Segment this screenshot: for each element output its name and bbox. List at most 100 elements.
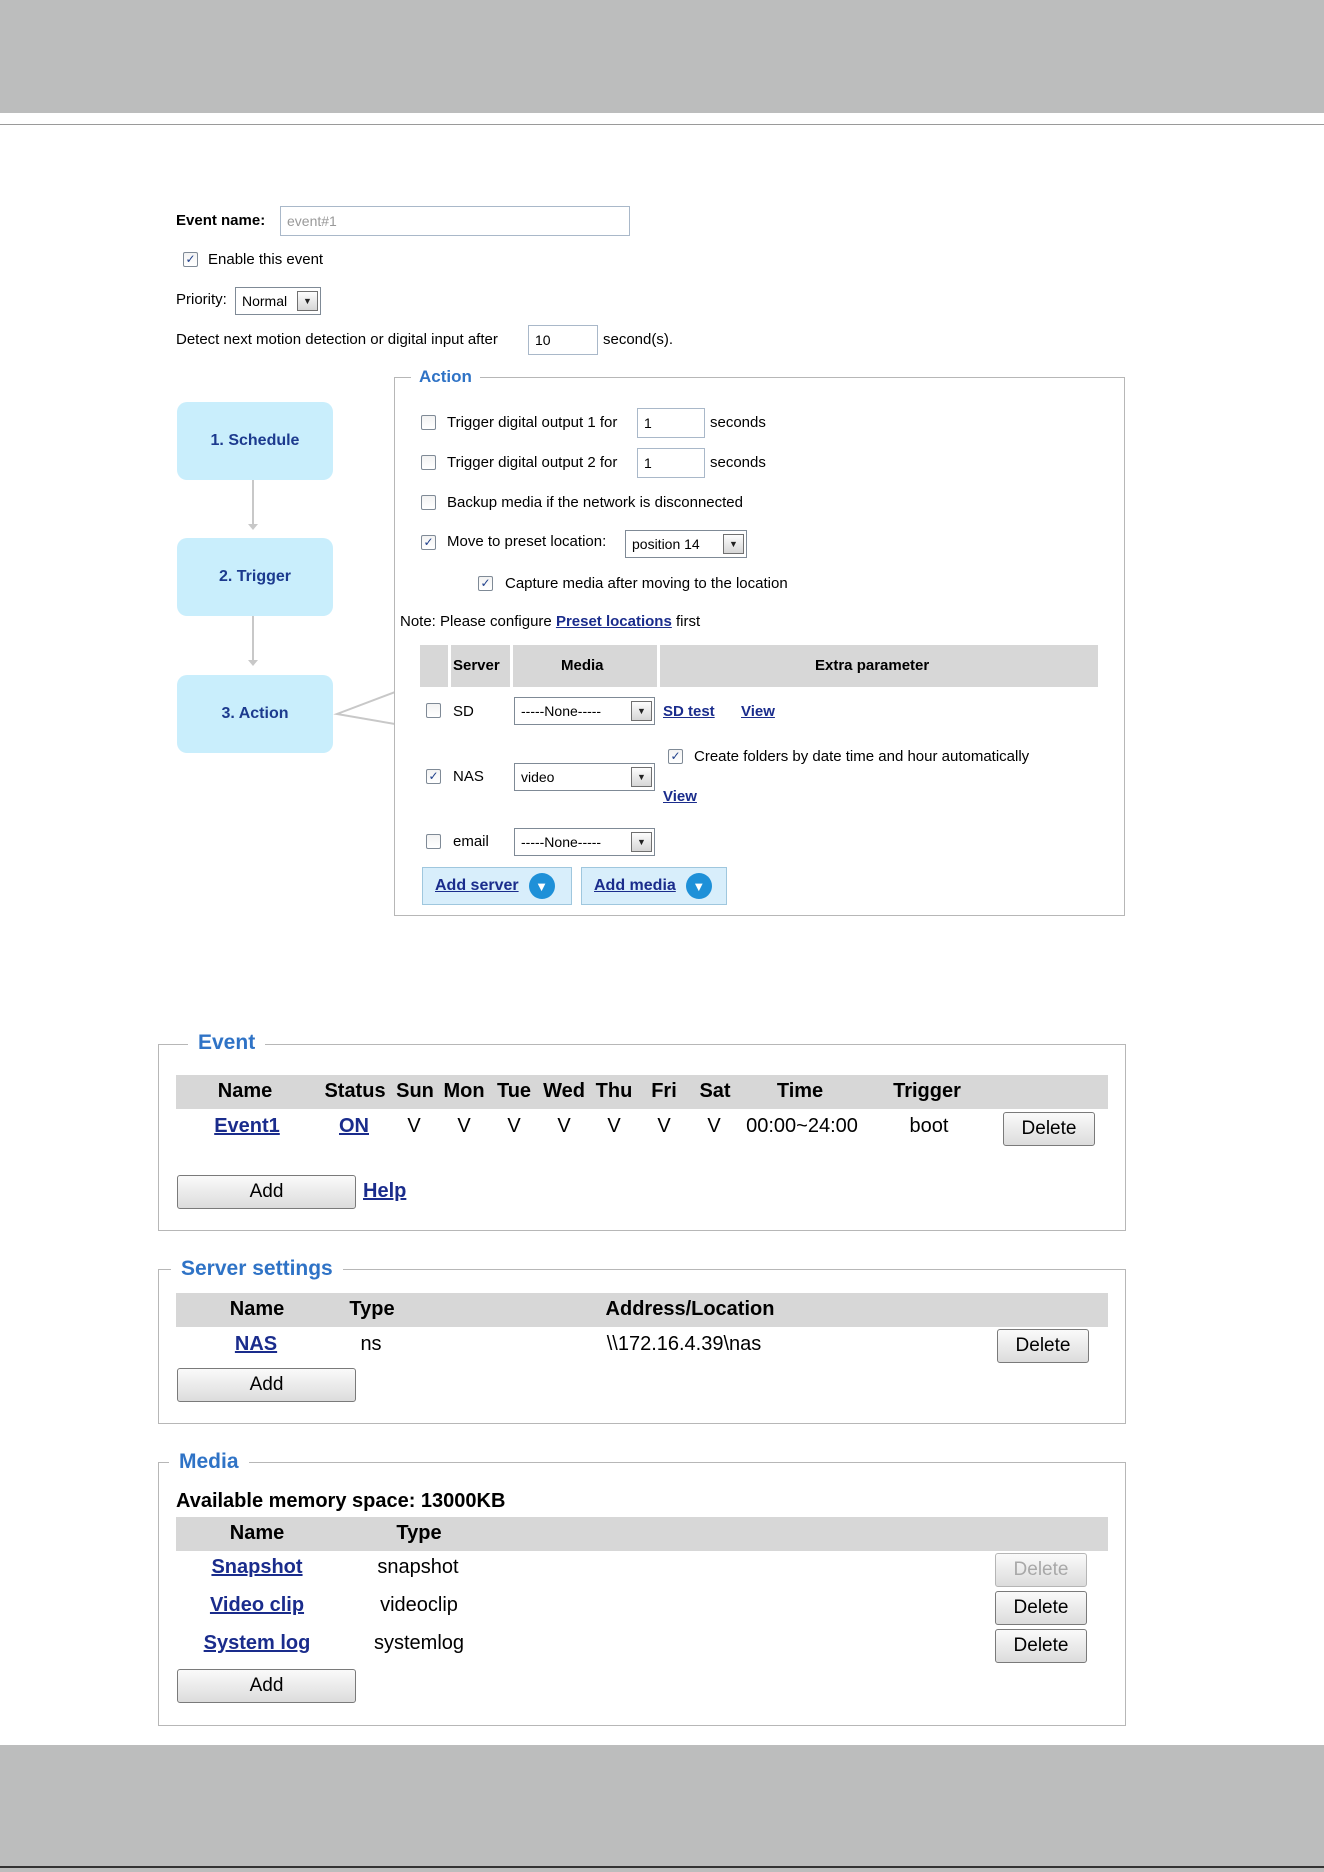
event-header-thu: Thu (595, 1080, 633, 1102)
digital-output-1-checkbox[interactable] (421, 415, 436, 430)
email-media-value: -----None----- (521, 834, 602, 850)
media-systemlog-link[interactable]: System log (204, 1632, 311, 1655)
event-status-link[interactable]: ON (339, 1115, 369, 1138)
event-sat-value: V (707, 1115, 721, 1137)
header-divider (657, 645, 660, 687)
add-media-label: Add media (594, 877, 676, 894)
top-divider (0, 124, 1324, 125)
server-media-table-header (420, 645, 1098, 687)
server-email-checkbox[interactable] (426, 834, 441, 849)
event-delete-button[interactable]: Delete (1003, 1112, 1095, 1146)
media-systemlog-type: systemlog (373, 1632, 465, 1654)
priority-select[interactable]: Normal ▼ (235, 287, 321, 315)
header-divider (510, 645, 513, 687)
flow-step-trigger-label: 2. Trigger (218, 568, 292, 585)
create-folders-label: Create folders by date time and hour aut… (694, 748, 1030, 765)
sd-test-link[interactable]: SD test (663, 703, 715, 720)
digital-output-2-checkbox[interactable] (421, 455, 436, 470)
bottom-band (0, 1745, 1324, 1872)
event-header-wed: Wed (543, 1080, 585, 1102)
sd-media-select[interactable]: -----None----- ▼ (514, 697, 655, 725)
server-header-address: Address/Location (605, 1298, 775, 1320)
enable-event-checkbox[interactable]: ✓ (183, 252, 198, 267)
media-snapshot-delete-button[interactable]: Delete (995, 1553, 1087, 1587)
server-delete-button[interactable]: Delete (997, 1329, 1089, 1363)
flow-connector (252, 480, 254, 524)
add-server-label: Add server (435, 877, 519, 894)
nas-view-link[interactable]: View (663, 788, 697, 805)
enable-event-label: Enable this event (208, 251, 324, 268)
flow-step-schedule-label: 1. Schedule (210, 432, 300, 449)
flow-step-action[interactable]: 3. Action (177, 675, 333, 753)
chevron-down-icon: ▼ (631, 701, 652, 721)
event1-link[interactable]: Event1 (214, 1115, 280, 1138)
detect-unit: second(s). (603, 331, 674, 348)
server-nas-link[interactable]: NAS (235, 1333, 277, 1356)
media-header-name: Name (229, 1522, 285, 1544)
header-divider (448, 645, 451, 687)
preset-note-prefix: Note: Please configure (400, 613, 552, 630)
server-address-value: \\172.16.4.39\nas (606, 1333, 762, 1355)
media-snapshot-type: snapshot (377, 1556, 459, 1578)
media-add-button[interactable]: Add (177, 1669, 356, 1703)
event-header-fri: Fri (651, 1080, 677, 1102)
chevron-down-circle-icon: ▼ (685, 873, 712, 899)
detect-label: Detect next motion detection or digital … (176, 331, 498, 348)
media-videoclip-delete-button[interactable]: Delete (995, 1591, 1087, 1625)
capture-media-checkbox[interactable]: ✓ (478, 576, 493, 591)
capture-media-label: Capture media after moving to the locati… (505, 575, 788, 592)
digital-output-1-unit: seconds (710, 414, 766, 431)
digital-output-2-input[interactable]: 1 (637, 448, 705, 478)
digital-output-2-label: Trigger digital output 2 for (447, 454, 618, 471)
add-media-button[interactable]: Add media ▼ (581, 867, 727, 905)
media-systemlog-delete-button[interactable]: Delete (995, 1629, 1087, 1663)
sd-view-link[interactable]: View (741, 703, 775, 720)
preset-locations-link[interactable]: Preset locations (556, 613, 672, 630)
event-header-time: Time (776, 1080, 824, 1102)
server-settings-legend: Server settings (171, 1257, 343, 1281)
flow-connector (252, 616, 254, 660)
email-media-select[interactable]: -----None----- ▼ (514, 828, 655, 856)
preset-note-suffix: first (676, 613, 701, 630)
media-videoclip-type: videoclip (380, 1594, 458, 1616)
event-header-trigger: Trigger (893, 1080, 961, 1102)
flow-step-trigger[interactable]: 2. Trigger (177, 538, 333, 616)
flow-arrow-icon (248, 660, 258, 666)
event-header-mon: Mon (443, 1080, 485, 1102)
preset-location-checkbox[interactable]: ✓ (421, 535, 436, 550)
server-add-button[interactable]: Add (177, 1368, 356, 1402)
create-folders-checkbox[interactable]: ✓ (668, 749, 683, 764)
media-videoclip-link[interactable]: Video clip (210, 1594, 304, 1617)
add-server-button[interactable]: Add server ▼ (422, 867, 572, 905)
sd-media-value: -----None----- (521, 703, 602, 719)
preset-location-select[interactable]: position 14 ▼ (625, 530, 747, 558)
flow-step-action-label: 3. Action (221, 705, 289, 722)
priority-label: Priority: (176, 291, 227, 308)
action-legend: Action (411, 367, 480, 387)
event-header-sat: Sat (699, 1080, 731, 1102)
flow-arrow-icon (248, 524, 258, 530)
digital-output-2-unit: seconds (710, 454, 766, 471)
preset-location-value: position 14 (632, 536, 700, 552)
server-nas-checkbox[interactable]: ✓ (426, 769, 441, 784)
event-mon-value: V (457, 1115, 471, 1137)
nas-media-select[interactable]: video ▼ (514, 763, 655, 791)
media-legend: Media (169, 1450, 249, 1474)
backup-media-checkbox[interactable] (421, 495, 436, 510)
digital-output-1-input[interactable]: 1 (637, 408, 705, 438)
media-snapshot-link[interactable]: Snapshot (211, 1556, 302, 1579)
detect-seconds-input[interactable]: 10 (528, 325, 598, 355)
event-time-value: 00:00~24:00 (746, 1115, 858, 1137)
event-sun-value: V (407, 1115, 421, 1137)
event-table-header (176, 1075, 1108, 1109)
flow-step-schedule[interactable]: 1. Schedule (177, 402, 333, 480)
event-add-button[interactable]: Add (177, 1175, 356, 1209)
server-sd-checkbox[interactable] (426, 703, 441, 718)
server-type-value: ns (360, 1333, 382, 1355)
event-name-input[interactable]: event#1 (280, 206, 630, 236)
event-trigger-value: boot (909, 1115, 949, 1137)
backup-media-label: Backup media if the network is disconnec… (447, 494, 743, 511)
server-header-type: Type (349, 1298, 395, 1320)
help-link[interactable]: Help (363, 1180, 406, 1203)
event-header-tue: Tue (496, 1080, 532, 1102)
